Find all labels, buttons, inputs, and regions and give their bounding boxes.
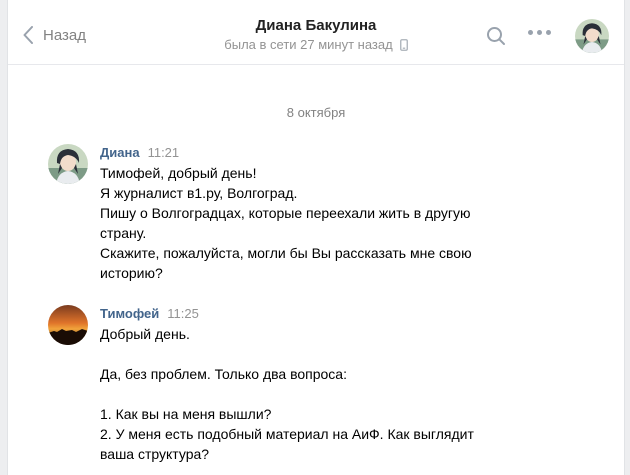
message-line: Тимофей, добрый день! [100,165,257,181]
peer-info: Диана Бакулина была в сети 27 минут наза… [8,16,624,54]
message-line [100,384,530,404]
message-line: страну. [100,225,147,241]
message-time[interactable]: 11:21 [148,145,180,160]
phone-icon [399,39,408,51]
message-line: историю? [100,265,163,281]
message-line: Скажите, пожалуйста, могли бы Вы рассказ… [100,245,472,261]
message-header: Диана 11:21 [100,144,179,162]
search-icon[interactable] [486,26,506,46]
more-icon[interactable] [528,30,551,35]
message-header: Тимофей 11:25 [100,305,199,323]
message-line: Я журналист в1.ру, Волгоград. [100,185,298,201]
message-text: Тимофей, добрый день! Я журналист в1.ру,… [100,163,530,283]
message-line: ваша структура? [100,446,210,462]
message-line: Да, без проблем. Только два вопроса: [100,366,347,382]
message-line [100,344,530,364]
message-time[interactable]: 11:25 [167,306,199,321]
message-author[interactable]: Тимофей [100,306,159,321]
date-separator: 8 октября [286,105,346,120]
peer-status-text: была в сети 27 минут назад [224,37,393,52]
message-line: 1. Как вы на меня вышли? [100,406,272,422]
avatar[interactable] [48,144,88,184]
chat-header: Назад Диана Бакулина была в сети 27 мину… [8,0,624,65]
avatar[interactable] [48,305,88,345]
message-author[interactable]: Диана [100,145,140,160]
peer-status: была в сети 27 минут назад [224,36,408,54]
message-line: 2. У меня есть подобный материал на АиФ.… [100,426,474,442]
message-text: Добрый день. Да, без проблем. Только два… [100,324,530,464]
chat-window: Назад Диана Бакулина была в сети 27 мину… [7,0,625,475]
message-line: Добрый день. [100,326,190,342]
message-line: Пишу о Волгоградцах, которые переехали ж… [100,205,471,221]
peer-avatar[interactable] [575,19,609,53]
